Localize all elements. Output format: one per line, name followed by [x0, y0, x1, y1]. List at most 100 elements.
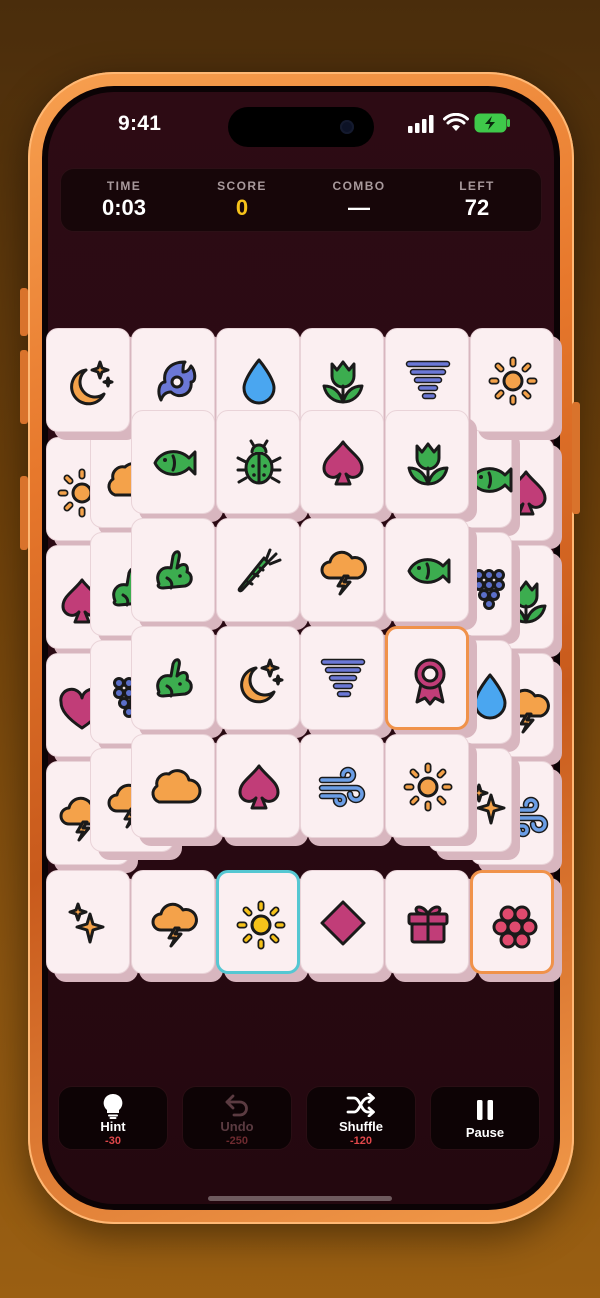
mahjong-tile[interactable]: [131, 410, 223, 522]
tile-face: [216, 410, 300, 514]
tile-face: [300, 734, 384, 838]
hint-label: Hint: [100, 1119, 126, 1134]
mahjong-tile[interactable]: [216, 410, 308, 522]
stat-score: SCORE 0: [187, 179, 297, 221]
tile-face: [300, 870, 384, 974]
stat-left: LEFT 72: [422, 179, 532, 221]
phone-side-button: [20, 476, 28, 550]
wifi-icon: [443, 113, 469, 131]
tulip-icon: [407, 442, 449, 486]
shuffle-cost: -120: [349, 1135, 373, 1147]
stat-time-value: 0:03: [101, 195, 147, 220]
tile-face: [385, 870, 469, 974]
tile-face: [216, 870, 300, 974]
tile-face: [300, 626, 384, 730]
mahjong-tile[interactable]: [300, 410, 392, 522]
mahjong-tile[interactable]: [385, 626, 477, 738]
tile-face: [131, 626, 215, 730]
camera-icon: [340, 120, 354, 134]
tile-face: [216, 518, 300, 622]
pause-icon: [477, 1100, 493, 1120]
fish-icon: [153, 450, 197, 476]
mahjong-tile[interactable]: [300, 626, 392, 738]
mahjong-tile[interactable]: [300, 870, 392, 982]
tile-face: [216, 734, 300, 838]
battery-charging-icon: [474, 113, 510, 133]
mahjong-tile[interactable]: [385, 518, 477, 630]
hurricane-icon: [157, 360, 197, 402]
tile-face: [300, 410, 384, 514]
tile-face: [131, 734, 215, 838]
sun-icon: [236, 900, 286, 950]
spade-icon: [322, 440, 364, 486]
storm-cloud-icon: [151, 902, 198, 948]
hint-cost: -30: [105, 1135, 121, 1147]
mahjong-tile[interactable]: [300, 734, 392, 846]
tile-face: [46, 328, 130, 432]
tile-face: [385, 626, 469, 730]
stat-combo: COMBO —: [304, 179, 414, 221]
mahjong-tile[interactable]: [300, 518, 392, 630]
carrot-icon: [237, 548, 282, 593]
tile-face: [470, 328, 554, 432]
water-drop-icon: [242, 358, 276, 405]
home-indicator[interactable]: [208, 1196, 392, 1201]
pause-button[interactable]: Pause: [430, 1086, 540, 1150]
phone-side-button: [20, 350, 28, 424]
mahjong-tile[interactable]: [46, 328, 138, 440]
fish-icon: [407, 558, 451, 584]
rabbit-icon: [156, 658, 193, 698]
mahjong-tile[interactable]: [470, 870, 562, 982]
mahjong-tile[interactable]: [46, 870, 138, 982]
control-bar: Hint -30 Undo -250 Shuffle -120 Pause: [58, 1086, 542, 1150]
moon-stars-icon: [240, 658, 284, 704]
shuffle-icon: [346, 1092, 375, 1118]
phone-side-button: [20, 288, 28, 336]
tornado-icon: [405, 360, 451, 400]
tile-face: [385, 734, 469, 838]
mahjong-tile[interactable]: [385, 410, 477, 522]
stat-time-label: TIME: [106, 179, 142, 193]
tile-face: [216, 626, 300, 730]
shuffle-button[interactable]: Shuffle -120: [306, 1086, 416, 1150]
mahjong-tile[interactable]: [131, 626, 223, 738]
rabbit-icon: [156, 550, 193, 590]
stat-left-value: 72: [464, 195, 490, 220]
tile-face: [300, 518, 384, 622]
stat-score-value: 0: [235, 195, 249, 220]
phone-side-button: [572, 402, 580, 514]
stats-panel: TIME 0:03 SCORE 0 COMBO — LEFT 72: [60, 168, 542, 232]
tulip-icon: [322, 360, 364, 404]
undo-cost: -250: [225, 1135, 249, 1147]
mahjong-tile[interactable]: [385, 734, 477, 846]
shuffle-label: Shuffle: [338, 1119, 384, 1134]
stat-combo-value: —: [348, 195, 370, 220]
tile-face: [470, 870, 554, 974]
mahjong-tile[interactable]: [216, 870, 308, 982]
mahjong-tile[interactable]: [216, 626, 308, 738]
sparkles-icon: [68, 902, 105, 944]
mahjong-tile[interactable]: [216, 734, 308, 846]
diamond-icon: [320, 900, 366, 946]
undo-label: Undo: [220, 1119, 254, 1134]
tile-face: [131, 870, 215, 974]
tornado-icon: [320, 658, 366, 698]
undo-button[interactable]: Undo -250: [182, 1086, 292, 1150]
mahjong-tile[interactable]: [131, 518, 223, 630]
mahjong-tile[interactable]: [470, 328, 562, 440]
cellular-signal-icon: [408, 115, 434, 133]
hint-button[interactable]: Hint -30: [58, 1086, 168, 1150]
stat-left-label: LEFT: [459, 179, 495, 193]
cloud-icon: [151, 769, 202, 804]
bug-icon: [236, 439, 282, 485]
mahjong-tile[interactable]: [385, 870, 477, 982]
tile-face: [385, 518, 469, 622]
tile-face: [385, 410, 469, 514]
mahjong-tile[interactable]: [216, 518, 308, 630]
stat-time: TIME 0:03: [69, 179, 179, 221]
mahjong-tile[interactable]: [131, 870, 223, 982]
tile-face: [131, 410, 215, 514]
mahjong-tile[interactable]: [131, 734, 223, 846]
spade-icon: [238, 764, 280, 810]
stat-score-label: SCORE: [217, 179, 267, 193]
